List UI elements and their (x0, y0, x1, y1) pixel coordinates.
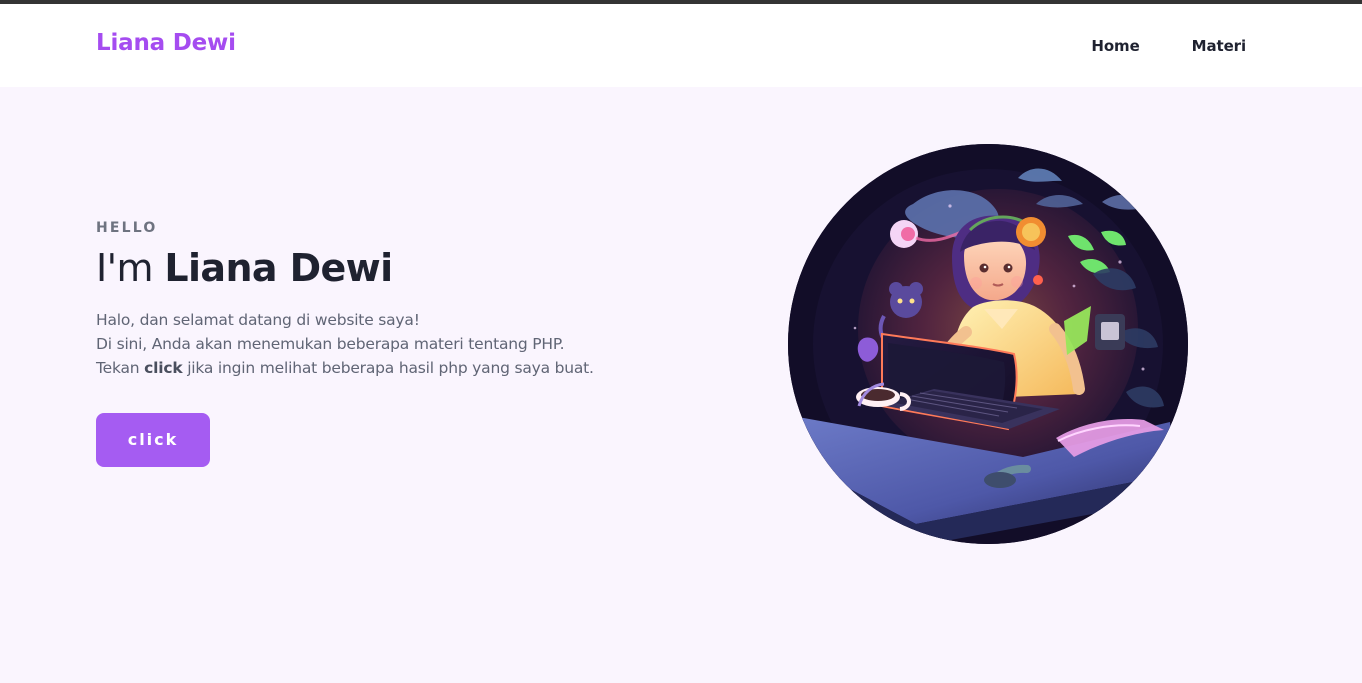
hero-kicker: HELLO (96, 220, 158, 236)
hero-headline: I'm Liana Dewi (96, 246, 686, 292)
nav-item-materi[interactable]: Materi (1192, 37, 1246, 55)
site-header: Liana Dewi Home Materi (0, 4, 1362, 87)
hero-description-line-3-prefix: Tekan (96, 358, 140, 377)
person-using-laptop-illustration (788, 144, 1188, 544)
hero-description-line-3-suffix: jika ingin melihat beberapa hasil php ya… (187, 358, 594, 377)
hero-description: Halo, dan selamat datang di website saya… (96, 308, 686, 380)
hero-headline-name: Liana Dewi (164, 246, 393, 290)
click-button[interactable]: click (96, 412, 210, 467)
hero-section: HELLO I'm Liana Dewi Halo, dan selamat d… (0, 87, 1362, 683)
hero-description-line-1: Halo, dan selamat datang di website saya… (96, 310, 420, 329)
illustration-graphic (788, 144, 1188, 544)
hero-headline-prefix: I'm (96, 246, 153, 290)
main-nav: Home Materi (1091, 37, 1246, 55)
hero-content: HELLO I'm Liana Dewi Halo, dan selamat d… (96, 220, 686, 467)
site-logo[interactable]: Liana Dewi (96, 30, 236, 56)
hero-description-line-2: Di sini, Anda akan menemukan beberapa ma… (96, 334, 565, 353)
hero-description-line-3-bold: click (144, 358, 183, 377)
nav-item-home[interactable]: Home (1091, 37, 1139, 55)
